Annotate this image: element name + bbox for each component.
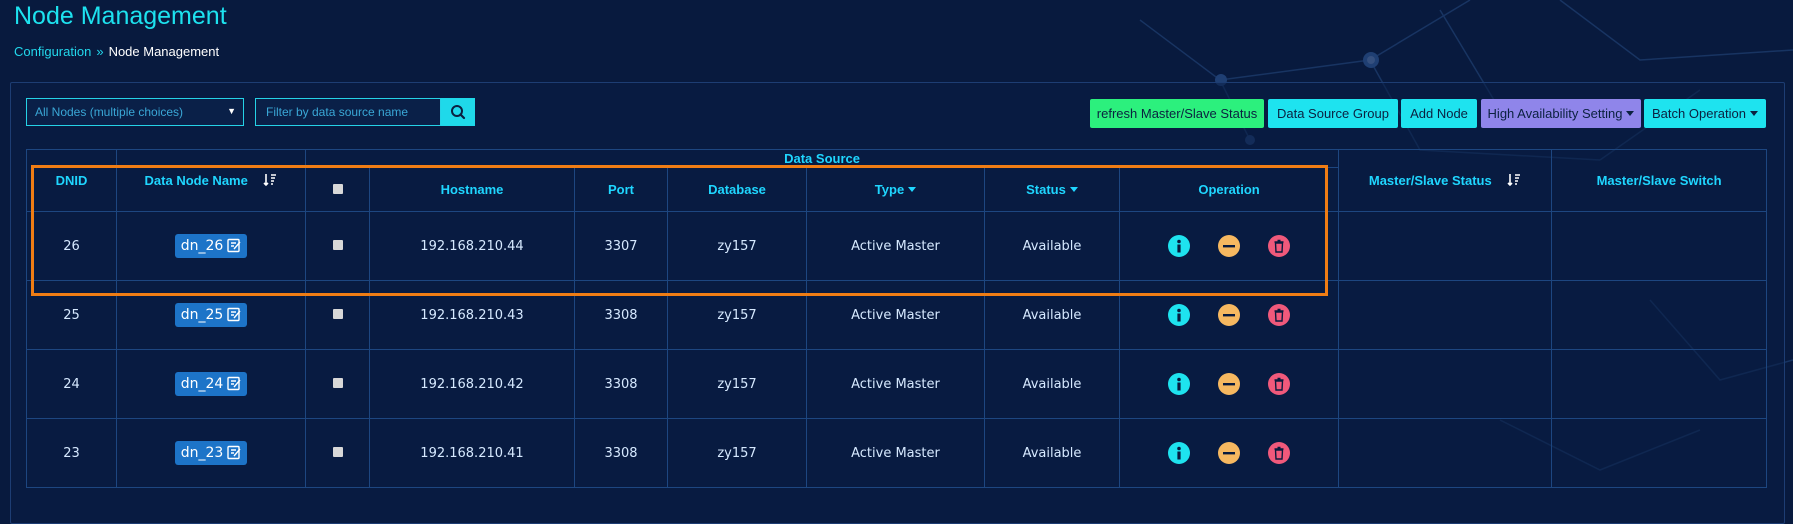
header-ms-switch: Master/Slave Switch bbox=[1551, 149, 1768, 212]
search-input[interactable]: Filter by data source name bbox=[255, 98, 441, 126]
info-button[interactable] bbox=[1168, 442, 1191, 464]
cell-checkbox[interactable] bbox=[305, 349, 370, 419]
cell-status: Available bbox=[984, 418, 1120, 488]
cell-checkbox[interactable] bbox=[305, 418, 370, 488]
ha-setting-button[interactable]: High Availability Setting bbox=[1481, 99, 1641, 128]
edit-icon[interactable] bbox=[227, 376, 242, 391]
cell-node-name: dn_23 bbox=[116, 418, 306, 488]
sort-icon[interactable] bbox=[1507, 173, 1521, 187]
row-highlight-box bbox=[31, 165, 1328, 296]
cell-database: zy157 bbox=[667, 349, 807, 419]
ha-setting-label: High Availability Setting bbox=[1487, 106, 1623, 121]
edit-icon[interactable] bbox=[227, 307, 242, 322]
dropdown-caret-icon bbox=[1749, 111, 1758, 116]
breadcrumb: Configuration » Node Management bbox=[14, 44, 219, 59]
dropdown-caret-icon bbox=[1626, 111, 1635, 116]
cell-ms-status bbox=[1338, 418, 1553, 488]
batch-operation-button[interactable]: Batch Operation bbox=[1644, 99, 1766, 128]
delete-button[interactable] bbox=[1268, 304, 1291, 326]
info-icon bbox=[1177, 308, 1181, 322]
breadcrumb-configuration-link[interactable]: Configuration bbox=[14, 44, 91, 59]
cell-ms-status bbox=[1338, 349, 1553, 419]
info-button[interactable] bbox=[1168, 304, 1191, 326]
cell-dnid: 24 bbox=[26, 349, 117, 419]
cell-operation bbox=[1118, 349, 1340, 419]
cell-operation bbox=[1118, 418, 1340, 488]
disable-button[interactable] bbox=[1218, 442, 1241, 464]
cell-port: 3308 bbox=[574, 349, 668, 419]
node-name-chip[interactable]: dn_24 bbox=[174, 372, 248, 396]
trash-icon bbox=[1274, 377, 1284, 391]
minus-icon bbox=[1223, 383, 1236, 386]
cell-status: Available bbox=[984, 349, 1120, 419]
cell-ms-status bbox=[1338, 280, 1553, 350]
trash-icon bbox=[1274, 308, 1284, 322]
disable-button[interactable] bbox=[1218, 304, 1241, 326]
node-name-chip[interactable]: dn_25 bbox=[174, 303, 248, 327]
search-button[interactable] bbox=[441, 98, 475, 126]
info-button[interactable] bbox=[1168, 373, 1191, 395]
cell-ms-switch bbox=[1551, 211, 1768, 281]
caret-down-icon: ▼ bbox=[227, 106, 236, 116]
table-row: 23 dn_23 192.168.210.41 3308 zy157 Activ… bbox=[26, 418, 1768, 488]
info-icon bbox=[1177, 446, 1181, 460]
disable-button[interactable] bbox=[1218, 373, 1241, 395]
node-name-text: dn_23 bbox=[180, 445, 224, 461]
page-title: Node Management bbox=[14, 2, 227, 30]
cell-port: 3308 bbox=[574, 418, 668, 488]
batch-operation-label: Batch Operation bbox=[1652, 106, 1746, 121]
delete-button[interactable] bbox=[1268, 442, 1291, 464]
node-name-text: dn_25 bbox=[180, 307, 224, 323]
minus-icon bbox=[1223, 452, 1236, 455]
table-row: 24 dn_24 192.168.210.42 3308 zy157 Activ… bbox=[26, 349, 1768, 419]
cell-dnid: 23 bbox=[26, 418, 117, 488]
minus-icon bbox=[1223, 314, 1236, 317]
delete-button[interactable] bbox=[1268, 373, 1291, 395]
cell-hostname: 192.168.210.42 bbox=[369, 349, 575, 419]
refresh-status-button[interactable]: refresh Master/Slave Status bbox=[1090, 99, 1264, 128]
node-select-value: All Nodes (multiple choices) bbox=[35, 105, 184, 119]
info-icon bbox=[1177, 377, 1181, 391]
breadcrumb-separator: » bbox=[96, 44, 104, 59]
node-name-chip[interactable]: dn_23 bbox=[174, 441, 248, 465]
cell-node-name: dn_24 bbox=[116, 349, 306, 419]
node-name-text: dn_24 bbox=[180, 376, 224, 392]
add-node-button[interactable]: Add Node bbox=[1401, 99, 1477, 128]
edit-icon[interactable] bbox=[227, 445, 242, 460]
breadcrumb-current: Node Management bbox=[108, 44, 220, 59]
row-checkbox[interactable] bbox=[332, 446, 343, 457]
cell-hostname: 192.168.210.41 bbox=[369, 418, 575, 488]
trash-icon bbox=[1274, 446, 1284, 460]
node-select[interactable]: All Nodes (multiple choices) ▼ bbox=[26, 98, 244, 126]
cell-type: Active Master bbox=[806, 418, 985, 488]
cell-ms-status bbox=[1338, 211, 1553, 281]
header-ms-status-label: Master/Slave Status bbox=[1368, 173, 1492, 188]
row-checkbox[interactable] bbox=[332, 377, 343, 388]
cell-type: Active Master bbox=[806, 349, 985, 419]
cell-ms-switch bbox=[1551, 349, 1768, 419]
row-checkbox[interactable] bbox=[332, 308, 343, 319]
header-ms-status[interactable]: Master/Slave Status bbox=[1338, 149, 1553, 212]
cell-database: zy157 bbox=[667, 418, 807, 488]
cell-ms-switch bbox=[1551, 418, 1768, 488]
data-source-group-button[interactable]: Data Source Group bbox=[1268, 99, 1398, 128]
search-icon bbox=[451, 105, 466, 120]
cell-ms-switch bbox=[1551, 280, 1768, 350]
